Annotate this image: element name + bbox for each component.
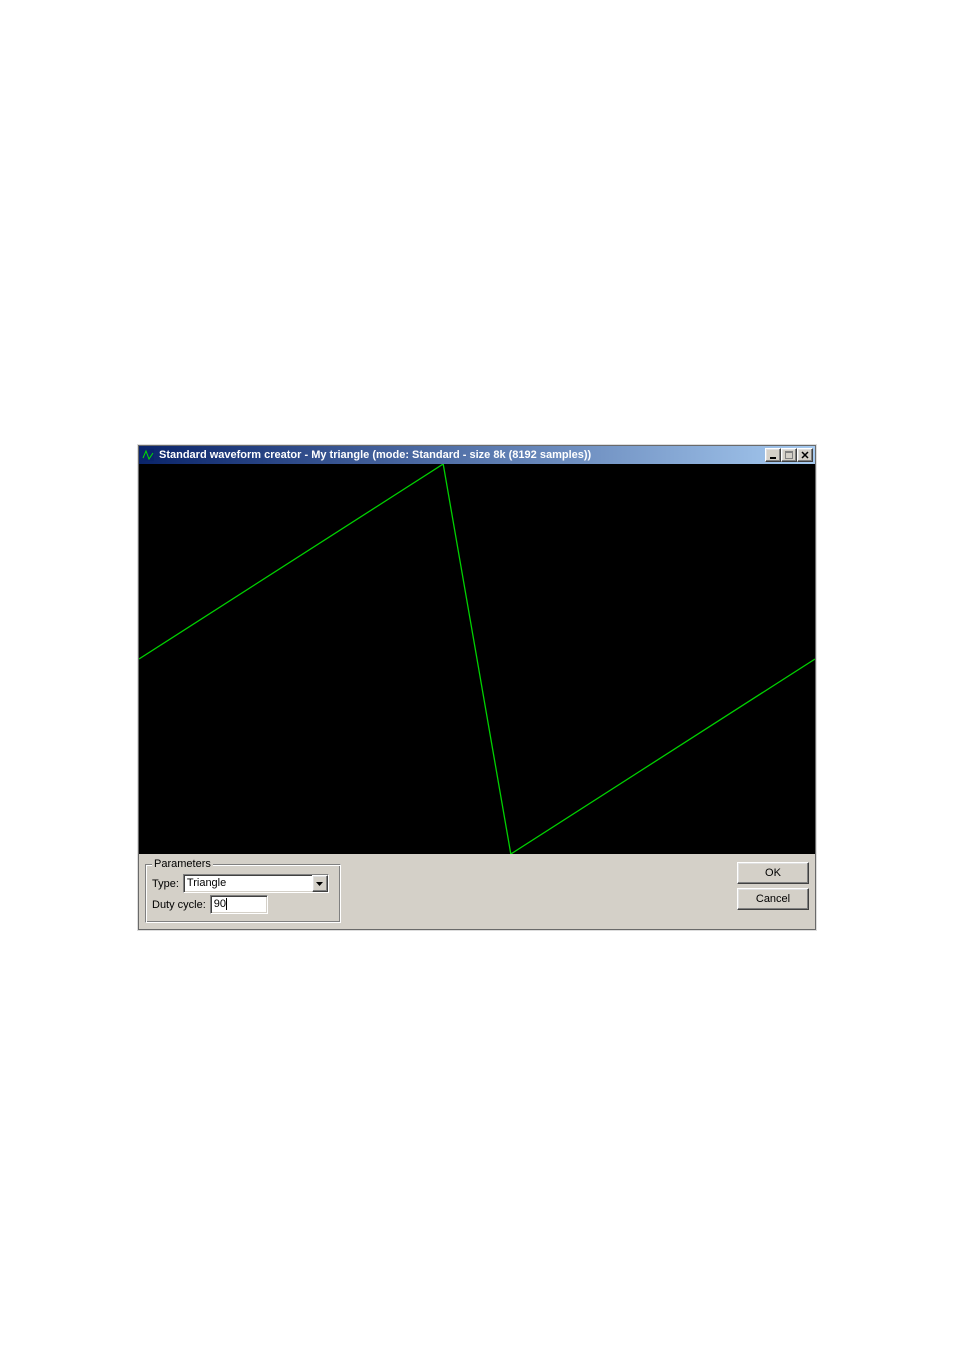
waveform-svg	[139, 464, 815, 854]
bottom-panel: Parameters Type: Triangle Duty cycle: 90	[139, 854, 815, 929]
duty-cycle-label: Duty cycle:	[152, 899, 206, 911]
type-combo[interactable]: Triangle	[183, 874, 329, 893]
duty-cycle-input[interactable]: 90	[210, 895, 268, 914]
waveform-creator-window: Standard waveform creator - My triangle …	[138, 445, 816, 930]
waveform-plot	[139, 464, 815, 854]
parameters-group: Parameters Type: Triangle Duty cycle: 90	[145, 858, 341, 923]
parameters-legend: Parameters	[152, 858, 213, 870]
type-label: Type:	[152, 878, 179, 890]
maximize-button	[781, 448, 797, 462]
client-area: Parameters Type: Triangle Duty cycle: 90	[139, 464, 815, 929]
close-button[interactable]	[797, 448, 813, 462]
cancel-button[interactable]: Cancel	[737, 888, 809, 910]
dialog-buttons: OK Cancel	[737, 858, 809, 910]
window-controls	[765, 448, 813, 462]
ok-button[interactable]: OK	[737, 862, 809, 884]
dropdown-icon[interactable]	[312, 875, 328, 892]
minimize-button[interactable]	[765, 448, 781, 462]
duty-cycle-value: 90	[214, 898, 226, 910]
type-combo-value: Triangle	[184, 875, 312, 892]
type-row: Type: Triangle	[152, 874, 334, 893]
text-caret	[226, 898, 227, 910]
app-icon	[141, 448, 155, 462]
window-title: Standard waveform creator - My triangle …	[159, 449, 765, 461]
duty-row: Duty cycle: 90	[152, 895, 334, 914]
titlebar[interactable]: Standard waveform creator - My triangle …	[139, 446, 815, 464]
